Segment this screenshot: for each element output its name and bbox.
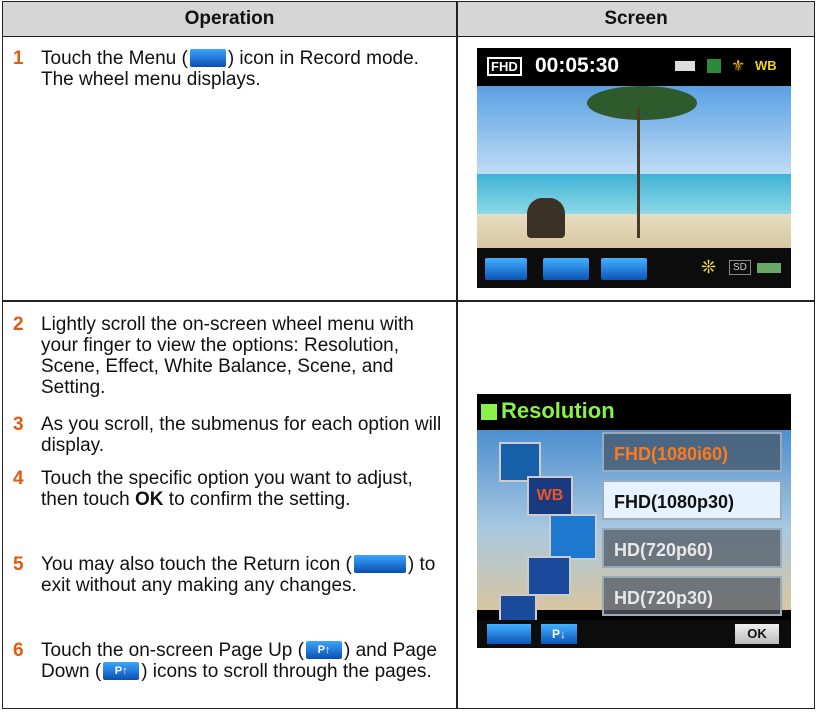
white-balance-icon[interactable]: WB bbox=[527, 476, 573, 516]
option-hd-720p60[interactable]: HD(720p60) bbox=[602, 528, 782, 568]
fhd-icon: FHD bbox=[487, 57, 522, 76]
step-2: 2 Lightly scroll the on-screen wheel men… bbox=[13, 314, 443, 398]
record-mode-screen: FHD 00:05:30 ⚜ WB ❊ SD bbox=[477, 48, 791, 288]
light-icon: ❊ bbox=[701, 257, 717, 277]
macro-icon: ⚜ bbox=[731, 58, 746, 75]
page-down-button[interactable]: P↓ bbox=[541, 624, 577, 644]
step-number: 3 bbox=[13, 414, 24, 435]
page-up-icon: P↑ bbox=[306, 640, 342, 659]
column-header-screen: Screen bbox=[604, 8, 668, 29]
video-photo-toggle-button[interactable] bbox=[601, 258, 647, 280]
playback-button[interactable] bbox=[543, 258, 589, 280]
step-text: As you scroll, the submenus for each opt… bbox=[41, 414, 442, 456]
menu-button[interactable] bbox=[485, 258, 527, 280]
wheel-bottom-toolbar: P↓ OK bbox=[477, 620, 791, 648]
step-number: 4 bbox=[13, 468, 24, 489]
step-6: 6 Touch the on-screen Page Up (P↑) and P… bbox=[13, 640, 443, 682]
sd-card-icon: SD bbox=[729, 260, 751, 275]
step-5: 5 You may also touch the Return icon () … bbox=[13, 554, 443, 596]
table-header: Operation Screen bbox=[3, 2, 814, 37]
step-text: Touch the Menu ( bbox=[41, 48, 188, 69]
return-button[interactable] bbox=[487, 624, 531, 644]
column-header-operation: Operation bbox=[184, 8, 275, 29]
page-down-icon: P↑ bbox=[103, 661, 140, 680]
option-hd-720p30[interactable]: HD(720p30) bbox=[602, 576, 782, 616]
bottom-toolbar: ❊ SD bbox=[477, 248, 791, 288]
step-text: ) icons to scroll through the pages. bbox=[141, 661, 432, 682]
effect-icon[interactable] bbox=[549, 514, 597, 560]
step-text: You may also touch the Return icon ( bbox=[41, 554, 352, 575]
step-number: 2 bbox=[13, 314, 24, 335]
column-divider bbox=[456, 2, 458, 708]
ok-emphasis: OK bbox=[135, 489, 164, 510]
row-divider bbox=[3, 300, 814, 302]
step-text: to confirm the setting. bbox=[163, 489, 351, 510]
setting-icon[interactable] bbox=[527, 556, 571, 596]
status-bar: FHD 00:05:30 ⚜ WB bbox=[477, 48, 791, 86]
option-fhd-1080p30[interactable]: FHD(1080p30) bbox=[602, 480, 782, 520]
ok-button[interactable]: OK bbox=[735, 624, 779, 644]
wheel-menu-screen: Resolution WB FHD(1080i60) FHD(1080p30) … bbox=[477, 394, 791, 648]
battery-icon bbox=[675, 61, 695, 71]
menu-title: Resolution bbox=[501, 398, 615, 423]
step-number: 5 bbox=[13, 554, 24, 575]
quality-icon bbox=[707, 59, 721, 73]
return-icon bbox=[353, 554, 406, 573]
step-text: Lightly scroll the on-screen wheel menu … bbox=[41, 314, 414, 398]
white-balance-icon: WB bbox=[755, 58, 777, 73]
step-text: Touch the on-screen Page Up ( bbox=[41, 640, 304, 661]
video-camera-icon bbox=[481, 404, 497, 420]
step-3: 3 As you scroll, the submenus for each o… bbox=[13, 414, 443, 456]
step-1: 1 Touch the Menu () icon in Record mode.… bbox=[13, 48, 443, 90]
step-number: 1 bbox=[13, 48, 24, 69]
step-4: 4 Touch the specific option you want to … bbox=[13, 468, 443, 510]
step-number: 6 bbox=[13, 640, 24, 661]
menu-icon bbox=[189, 48, 226, 67]
option-fhd-1080i60[interactable]: FHD(1080i60) bbox=[602, 432, 782, 472]
battery-level-icon bbox=[757, 263, 781, 273]
record-timer: 00:05:30 bbox=[535, 54, 620, 77]
